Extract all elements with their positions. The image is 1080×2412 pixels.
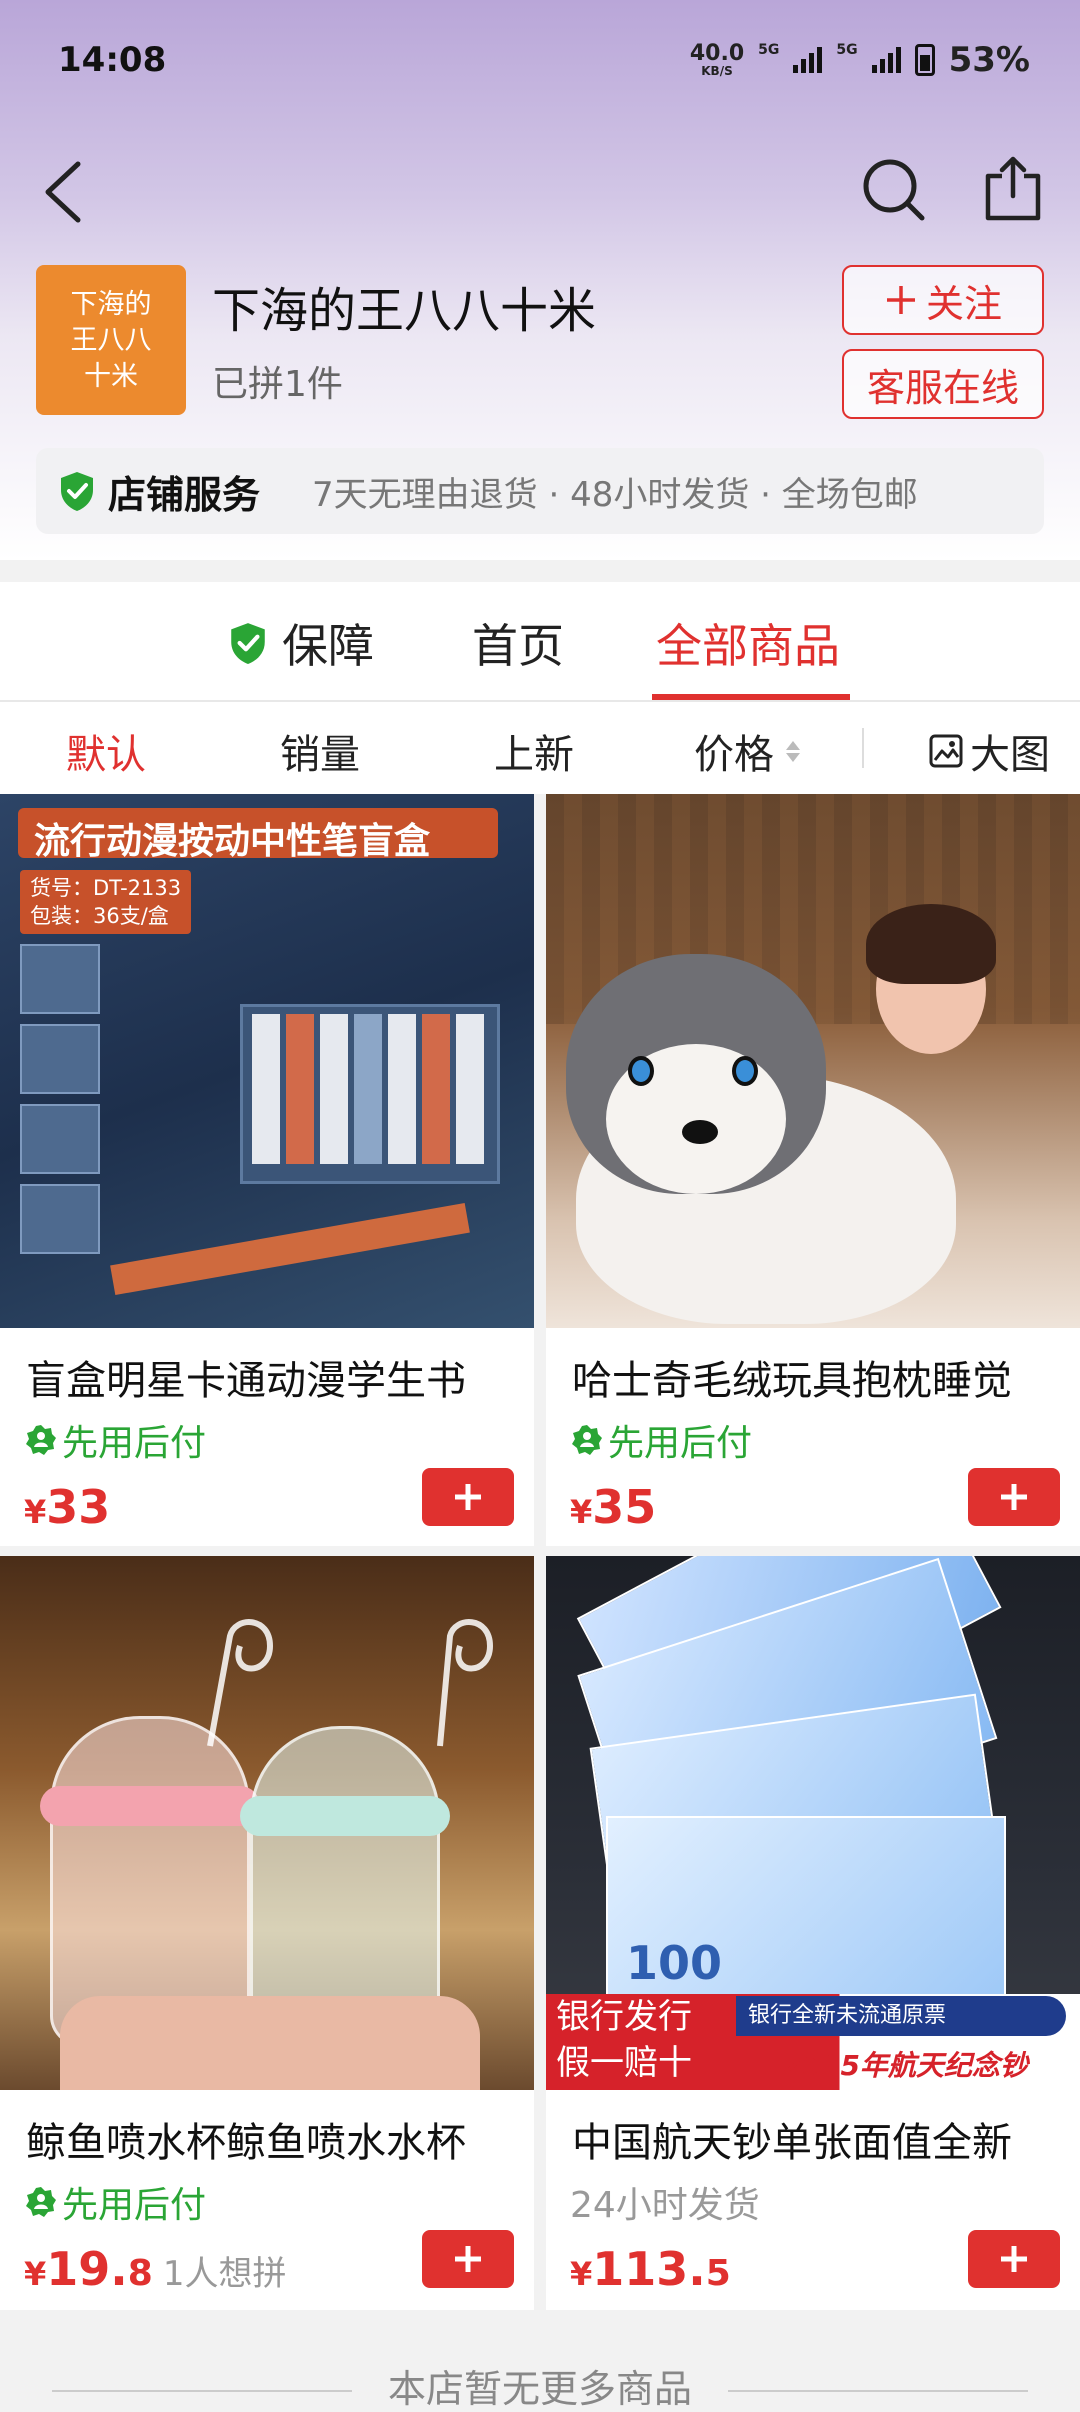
product-price: ¥ 19. 8 1人想拼: [24, 2242, 287, 2296]
product-card[interactable]: 鲸鱼喷水杯鲸鱼喷水水杯 先用后付 ¥ 19. 8 1人想拼: [0, 1556, 534, 2310]
hands: [60, 1996, 480, 2090]
status-bar: 14:08 40.0 KB/S 5G 5G 53%: [58, 40, 1030, 80]
tab-home[interactable]: 首页: [472, 610, 564, 676]
want-count: 1人想拼: [162, 2254, 287, 2294]
sort-default[interactable]: 默认: [66, 722, 146, 780]
sort-caret-icon: [786, 740, 800, 762]
clock: 14:08: [58, 40, 167, 80]
battery-level: 53%: [948, 40, 1030, 80]
product-image[interactable]: [0, 1556, 534, 2090]
plush-nose: [682, 1120, 718, 1144]
product-card[interactable]: 哈士奇毛绒玩具抱枕睡觉 先用后付 ¥ 35: [546, 794, 1080, 1546]
cup-mint-lid: [240, 1796, 450, 1836]
signal-icon-2: [871, 47, 901, 73]
pen-samples: [20, 944, 100, 1254]
add-to-cart-button[interactable]: [968, 1468, 1060, 1526]
customer-service-button[interactable]: 客服在线: [842, 349, 1044, 419]
shop-service-bar[interactable]: 店铺服务 7天无理由退货 · 48小时发货 · 全场包邮: [36, 448, 1044, 534]
product-image[interactable]: 100 银行发行 假一赔十 银行全新未流通原票 2015年航天纪念钞: [546, 1556, 1080, 2090]
plus-icon: [1001, 2246, 1027, 2272]
product-image[interactable]: 流行动漫按动中性笔盲盒 货号：DT-2133 包装：36支/盒: [0, 794, 534, 1328]
product-price: ¥ 113. 5: [570, 2242, 731, 2296]
net-speed: 40.0 KB/S: [689, 41, 745, 78]
signal-icon: [793, 47, 823, 73]
battery-icon: [914, 44, 935, 76]
shipping-tag: 24小时发货: [570, 2185, 760, 2226]
product-title[interactable]: 鲸鱼喷水杯鲸鱼喷水水杯: [26, 2110, 526, 2168]
cup-pink-lid: [40, 1786, 260, 1826]
product-price: ¥ 35: [570, 1480, 657, 1534]
product-image[interactable]: [546, 794, 1080, 1328]
pay-later-tag: 先用后付: [24, 1414, 206, 1466]
add-to-cart-button[interactable]: [422, 2230, 514, 2288]
straw-drawing: [207, 1619, 274, 1747]
plus-icon: [1001, 1484, 1027, 1510]
plus-icon: [455, 1484, 481, 1510]
product-title[interactable]: 中国航天钞单张面值全新: [572, 2110, 1072, 2168]
sort-sales[interactable]: 销量: [280, 722, 360, 780]
pay-later-tag: 先用后付: [570, 1414, 752, 1466]
promo-badge: 银行发行 假一赔十: [546, 1994, 726, 2090]
person-hair: [866, 904, 996, 984]
active-tab-indicator: [652, 694, 850, 700]
plush-eye: [628, 1056, 654, 1086]
sort-new[interactable]: 上新: [494, 722, 574, 780]
note-value: 100: [626, 1936, 723, 1990]
share-icon[interactable]: [978, 154, 1048, 224]
service-items: 7天无理由退货 · 48小时发货 · 全场包邮: [312, 474, 918, 515]
plus-icon: [455, 2246, 481, 2272]
end-of-list-text: 本店暂无更多商品: [387, 2367, 692, 2411]
shop-name: 下海的王八八十米: [212, 283, 597, 339]
service-label: 店铺服务: [108, 472, 261, 517]
pay-later-icon: [26, 1425, 56, 1455]
cup-mint: [250, 1726, 440, 2026]
straw-drawing: [437, 1619, 494, 1747]
shield-check-icon: [61, 472, 93, 511]
sort-price[interactable]: 价格: [694, 722, 800, 780]
back-arrow-icon[interactable]: [36, 156, 96, 226]
shop-info: 下海的王八八十米 下海的王八八十米 已拼1件 关注 客服在线: [36, 265, 1044, 419]
image-banner-text: 流行动漫按动中性笔盲盒: [34, 821, 431, 862]
search-icon[interactable]: [858, 154, 928, 224]
shop-tabs: 保障 首页 全部商品: [0, 582, 1080, 702]
shop-sold-count: 已拼1件: [212, 364, 343, 405]
product-title[interactable]: 哈士奇毛绒玩具抱枕睡觉: [572, 1348, 1072, 1406]
product-title[interactable]: 盲盒明星卡通动漫学生书: [26, 1348, 526, 1406]
divider: [862, 728, 864, 768]
product-price: ¥ 33: [24, 1480, 111, 1534]
shield-check-icon: [231, 623, 265, 664]
image-icon: [929, 734, 963, 768]
product-card[interactable]: 流行动漫按动中性笔盲盒 货号：DT-2133 包装：36支/盒 盲盒明星卡通动漫…: [0, 794, 534, 1546]
product-card[interactable]: 100 银行发行 假一赔十 银行全新未流通原票 2015年航天纪念钞 中国航天钞…: [546, 1556, 1080, 2310]
plush-eye: [732, 1056, 758, 1086]
add-to-cart-button[interactable]: [422, 1468, 514, 1526]
pay-later-icon: [572, 1425, 602, 1455]
tab-guarantee[interactable]: 保障: [228, 610, 374, 676]
add-to-cart-button[interactable]: [968, 2230, 1060, 2288]
top-nav: [0, 150, 1080, 230]
promo-strip-top: 银行全新未流通原票: [736, 1996, 1066, 2036]
pay-later-tag: 先用后付: [24, 2176, 206, 2228]
follow-button[interactable]: 关注: [842, 265, 1044, 335]
pen-rows: [252, 1014, 484, 1164]
image-spec-label: 货号：DT-2133 包装：36支/盒: [20, 870, 192, 934]
pen-drawing: [110, 1202, 470, 1296]
pay-later-icon: [26, 2187, 56, 2217]
promo-strip-bottom: 2015年航天纪念钞: [782, 2049, 1028, 2082]
network-type-2: 5G: [836, 42, 858, 58]
shop-logo[interactable]: 下海的王八八十米: [36, 265, 186, 415]
plus-icon: [886, 286, 915, 314]
view-large-image-toggle[interactable]: 大图: [928, 722, 1050, 780]
sort-bar: 默认 销量 上新 价格 大图: [0, 702, 1080, 794]
network-type-1: 5G: [758, 42, 780, 58]
tab-all-products[interactable]: 全部商品: [656, 610, 840, 676]
